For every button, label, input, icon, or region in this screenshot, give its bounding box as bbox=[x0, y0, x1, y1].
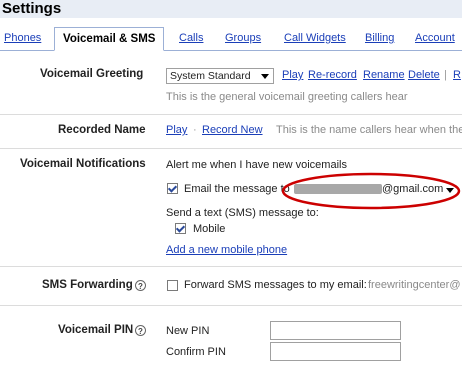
greeting-delete-link[interactable]: Delete bbox=[408, 69, 440, 81]
sms-forwarding-checkbox[interactable] bbox=[167, 280, 178, 291]
tab-calls[interactable]: Calls bbox=[179, 32, 203, 44]
recorded-name-hint: This is the name callers hear when the bbox=[276, 124, 462, 136]
new-pin-input[interactable] bbox=[270, 321, 401, 340]
confirm-pin-input[interactable] bbox=[270, 342, 401, 361]
highlight-ellipse bbox=[281, 172, 461, 210]
greeting-play-link[interactable]: Play bbox=[282, 69, 303, 81]
notifications-label: Voicemail Notifications bbox=[20, 158, 146, 170]
mobile-label: Mobile bbox=[193, 223, 226, 235]
sms-forwarding-email: freewritingcenter@ bbox=[368, 279, 461, 291]
tab-groups[interactable]: Groups bbox=[225, 32, 261, 44]
separator-dot: · bbox=[193, 124, 197, 136]
greeting-hint: This is the general voicemail greeting c… bbox=[166, 91, 408, 103]
greeting-select-value: System Standard bbox=[170, 70, 251, 82]
greeting-select[interactable]: System Standard bbox=[166, 68, 274, 84]
section-divider bbox=[0, 148, 462, 149]
title-bar bbox=[0, 0, 462, 18]
chevron-down-icon bbox=[261, 74, 269, 79]
tab-account[interactable]: Account bbox=[415, 32, 455, 44]
email-label: Email the message to bbox=[184, 183, 290, 195]
recorded-name-play-link[interactable]: Play bbox=[166, 124, 187, 136]
tab-call-widgets[interactable]: Call Widgets bbox=[284, 32, 346, 44]
add-mobile-phone-link[interactable]: Add a new mobile phone bbox=[166, 244, 287, 256]
tab-billing[interactable]: Billing bbox=[365, 32, 394, 44]
tab-voicemail-sms-label: Voicemail & SMS bbox=[63, 33, 156, 45]
greeting-more-link[interactable]: R bbox=[453, 69, 461, 81]
new-pin-label: New PIN bbox=[166, 325, 210, 337]
greeting-rerecord-link[interactable]: Re-record bbox=[308, 69, 357, 81]
help-icon[interactable]: ? bbox=[135, 325, 146, 336]
mobile-checkbox[interactable] bbox=[175, 223, 186, 234]
tab-phones[interactable]: Phones bbox=[4, 32, 41, 44]
section-divider bbox=[0, 114, 462, 115]
alert-text: Alert me when I have new voicemails bbox=[166, 159, 347, 171]
pin-label: Voicemail PIN bbox=[58, 324, 134, 336]
greeting-rename-link[interactable]: Rename bbox=[363, 69, 405, 81]
confirm-pin-label: Confirm PIN bbox=[166, 346, 226, 358]
sms-label: Send a text (SMS) message to: bbox=[166, 207, 319, 219]
section-divider bbox=[0, 266, 462, 267]
sms-forwarding-label: SMS Forwarding bbox=[42, 279, 133, 291]
separator-pipe: | bbox=[444, 69, 447, 81]
help-icon[interactable]: ? bbox=[135, 280, 146, 291]
email-checkbox[interactable] bbox=[167, 183, 178, 194]
record-new-link[interactable]: Record New bbox=[202, 124, 263, 136]
tab-voicemail-sms[interactable]: Voicemail & SMS bbox=[54, 27, 164, 51]
page-title: Settings bbox=[2, 0, 62, 17]
section-divider bbox=[0, 305, 462, 306]
sms-forwarding-text: Forward SMS messages to my email: bbox=[184, 279, 367, 291]
recorded-name-label: Recorded Name bbox=[58, 124, 146, 136]
greeting-label: Voicemail Greeting bbox=[40, 68, 144, 80]
